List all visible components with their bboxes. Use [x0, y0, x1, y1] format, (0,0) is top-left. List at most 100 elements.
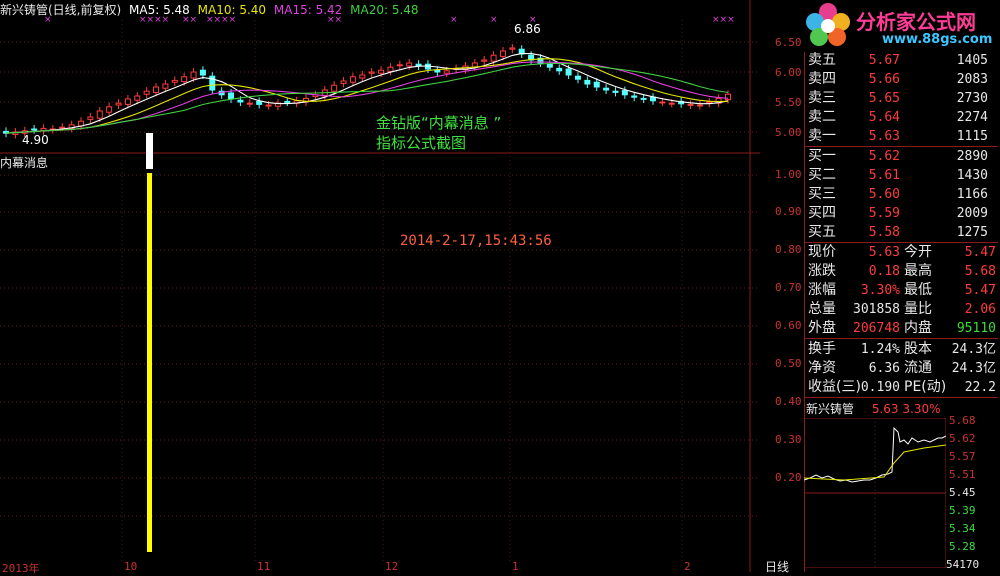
y-tick-550: 5.50 [775, 96, 802, 109]
svg-text:×××: ××× [712, 15, 735, 25]
candle-body [190, 71, 197, 79]
quote-row-price: 现价 5.63 今开 5.47 [808, 244, 996, 260]
mini-tick-3: 5.57 [949, 450, 976, 463]
candle-body [659, 101, 666, 104]
logo: 分析家公式网 www.88gs.com [798, 0, 1000, 52]
mini-tick-1: 5.68 [949, 414, 976, 427]
candle-body [584, 79, 591, 85]
ind-tick-080: 0.80 [775, 243, 802, 256]
candlestick-chart[interactable]: × ×××× ×× ×××× ×× × × × ××× [0, 0, 760, 572]
candle-body [162, 83, 169, 89]
candle-body [687, 103, 694, 106]
y-tick-500: 5.00 [775, 126, 802, 139]
sell-row-3[interactable]: 卖三 5.65 2730 [808, 89, 988, 108]
mini-chart-pct: 3.30% [902, 402, 941, 416]
x-label-2: 2 [684, 560, 691, 573]
sell-row-5[interactable]: 卖五 5.67 1405 [808, 51, 988, 70]
mini-chart-title: 新兴铸管 [806, 402, 855, 416]
sell-row-2[interactable]: 卖二 5.64 2274 [808, 108, 988, 127]
candle-body [228, 92, 235, 100]
candle-body [434, 69, 441, 73]
annotation-text: 金钻版“内幕消息 ” 指标公式截图 [376, 113, 501, 153]
candle-body [284, 100, 291, 103]
quote-row-change: 涨跌 0.18 最高 5.68 [808, 263, 996, 279]
mini-chart-header: 新兴铸管 5.63 3.30% [806, 402, 941, 416]
candle-body [631, 95, 638, 98]
candle-body [115, 102, 122, 106]
candle-body [143, 90, 150, 95]
ma15-line [5, 61, 729, 134]
indicator-white-bar [146, 133, 153, 169]
annotation-line-1: 金钻版“内幕消息 ” [376, 114, 502, 132]
candle-body [134, 95, 141, 101]
candle-body [565, 68, 572, 76]
mini-tick-4: 5.51 [949, 468, 976, 481]
flower-logo-icon [806, 3, 850, 46]
candle-body [509, 47, 516, 50]
svg-text:××××: ×××× [206, 15, 236, 25]
buy-row-5[interactable]: 买五 5.58 1275 [808, 223, 988, 242]
quote-row-volume: 总量 301858 量比 2.06 [808, 301, 996, 317]
candle-body [331, 84, 338, 92]
candle-body [640, 97, 647, 100]
candle-body [265, 104, 272, 107]
fund-row-nav: 净资 6.36 流通 24.3亿 [808, 360, 996, 376]
ind-tick-060: 0.60 [775, 319, 802, 332]
x-label-2013: 2013年 [2, 562, 40, 575]
quote-block: 现价 5.63 今开 5.47 涨跌 0.18 最高 5.68 涨幅 3.30% 最低 5.47 … [808, 243, 996, 338]
candle-body [668, 102, 675, 105]
logo-text: 分析家公式网 [856, 10, 976, 34]
candle-body [359, 74, 366, 79]
candle-body [574, 75, 581, 80]
buy-row-1[interactable]: 买一 5.62 2890 [808, 147, 988, 166]
candle-body [96, 110, 103, 119]
x-label-11: 11 [257, 560, 271, 573]
candle-body [31, 128, 38, 131]
timestamp: 2014-2-17,15:43:56 [400, 233, 552, 249]
fundamentals-block: 换手 1.24% 股本 24.3亿 净资 6.36 流通 24.3亿 收益(三)0.190 P… [808, 340, 996, 397]
buy-row-3[interactable]: 买三 5.60 1166 [808, 185, 988, 204]
candle-body [649, 96, 656, 102]
candle-body [153, 86, 160, 93]
candle-body [340, 80, 347, 84]
candle-body [106, 106, 113, 113]
mini-volume-label: 54170 [946, 558, 980, 571]
svg-text:××: ×× [327, 15, 342, 25]
candle-body [725, 93, 731, 101]
mini-tick-2: 5.62 [949, 432, 976, 445]
candle-body [237, 99, 244, 103]
candle-body [546, 63, 553, 68]
candle-body [612, 90, 619, 93]
candle-body [603, 87, 610, 91]
ind-tick-030: 0.30 [775, 433, 802, 446]
order-book-sell: 卖五 5.67 1405 卖四 5.66 2083 卖三 5.65 2730 卖二 5.64 2… [808, 51, 988, 146]
x-label-12: 12 [385, 560, 399, 573]
svg-text:×: × [44, 15, 52, 25]
candle-body [443, 70, 450, 74]
quote-row-outer: 外盘 206748 内盘 95110 [808, 320, 996, 336]
buy-row-2[interactable]: 买二 5.61 1430 [808, 166, 988, 185]
quote-row-pct: 涨幅 3.30% 最低 5.47 [808, 282, 996, 298]
high-price-label: 6.86 [514, 22, 541, 36]
sell-row-1[interactable]: 卖一 5.63 1115 [808, 127, 988, 146]
candle-body [124, 98, 131, 105]
candle-body [199, 69, 206, 76]
indicator-grid [0, 174, 760, 517]
intraday-mini-chart[interactable] [804, 418, 946, 568]
candle-body [556, 67, 563, 72]
x-label-1: 1 [512, 560, 519, 573]
sell-row-4[interactable]: 卖四 5.66 2083 [808, 70, 988, 89]
candle-body [490, 54, 497, 62]
svg-text:××: ×× [182, 15, 197, 25]
svg-text:×: × [490, 15, 498, 25]
order-book-buy: 买一 5.62 2890 买二 5.61 1430 买三 5.60 1166 买四 5.59 2… [808, 147, 988, 242]
candle-body [406, 62, 413, 67]
candle-body [387, 66, 394, 72]
candle-body [593, 81, 600, 88]
fundamentals-divider [805, 338, 998, 339]
mini-tick-6: 5.39 [949, 504, 976, 517]
x-grid [121, 20, 683, 562]
candle-body [368, 71, 375, 74]
svg-text:×: × [450, 15, 458, 25]
buy-row-4[interactable]: 买四 5.59 2009 [808, 204, 988, 223]
